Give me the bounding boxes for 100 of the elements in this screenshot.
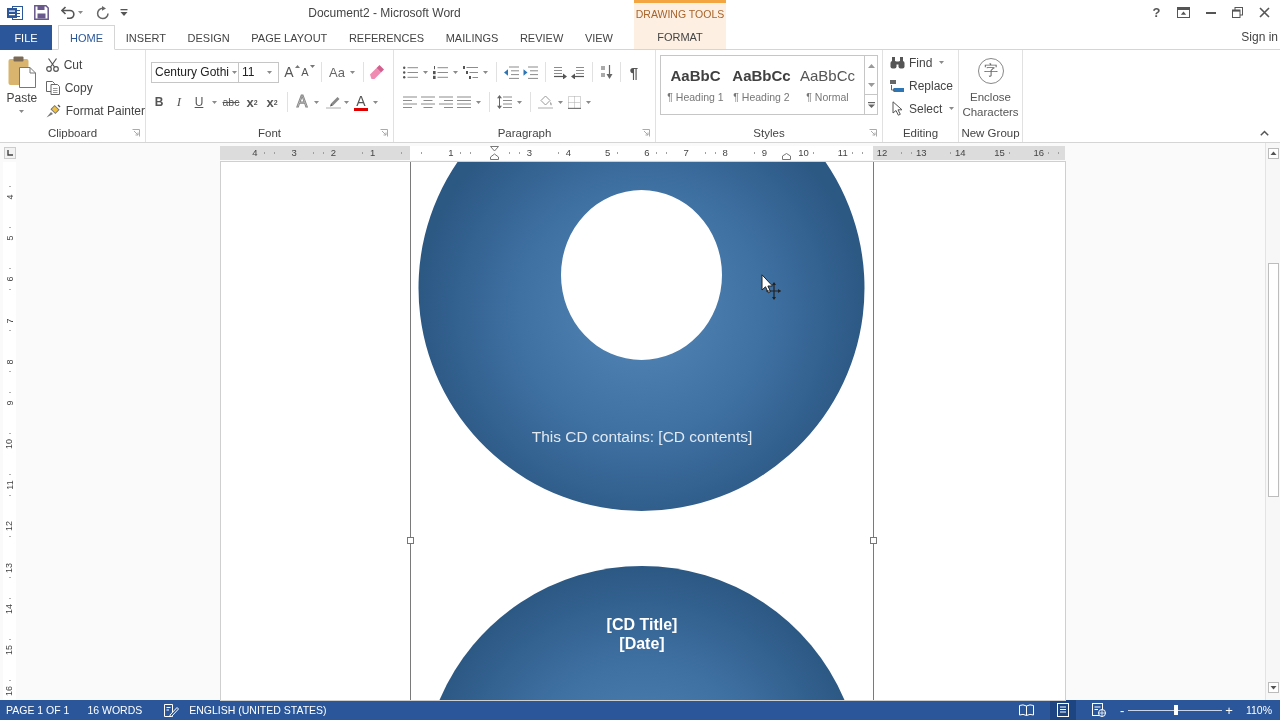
caret-icon[interactable]	[586, 100, 591, 104]
font-name-field[interactable]: Century Gothi	[151, 61, 239, 83]
sign-in-link[interactable]: Sign in	[1241, 30, 1278, 44]
shrink-font-button[interactable]: A	[300, 61, 316, 83]
tab-stop-icon[interactable]	[4, 146, 16, 159]
ruler-number: 13	[4, 562, 15, 573]
word-count[interactable]: 16 WORDS	[87, 704, 143, 716]
scroll-down-icon[interactable]	[1267, 682, 1279, 693]
replace-button[interactable]: Replace	[890, 74, 958, 97]
underline-button[interactable]: U	[189, 91, 209, 113]
caret-icon[interactable]	[373, 100, 378, 104]
right-to-left-icon[interactable]	[571, 65, 585, 79]
superscript-button[interactable]: x$^{2}$	[262, 91, 282, 113]
open-book-icon	[1019, 704, 1035, 716]
ribbon-tab[interactable]: VIEW	[574, 25, 624, 50]
eraser-icon[interactable]	[369, 65, 384, 79]
language-indicator[interactable]: ENGLISH (UNITED STATES)	[189, 704, 327, 716]
caret-icon[interactable]	[558, 100, 563, 104]
page-count[interactable]: PAGE 1 OF 1	[6, 704, 70, 716]
change-case-button[interactable]: Aa	[327, 61, 347, 83]
caret-icon[interactable]	[344, 100, 349, 104]
zoom-slider-thumb[interactable]	[1174, 705, 1179, 715]
dialog-launcher-icon[interactable]	[869, 129, 877, 137]
enclose-characters-button[interactable]: 字 Enclose Characters	[959, 58, 1022, 120]
copy-button[interactable]: Copy	[45, 76, 145, 99]
dialog-launcher-icon[interactable]	[380, 129, 388, 137]
numbered-list-icon[interactable]	[433, 65, 448, 79]
paste-button[interactable]: Paste	[4, 53, 40, 122]
font-color-button[interactable]: A	[354, 93, 368, 111]
borders-icon[interactable]	[568, 95, 581, 109]
highlighter-icon[interactable]	[326, 95, 341, 109]
indent-marker-icon[interactable]	[490, 145, 500, 160]
show-formatting-marks-button[interactable]: ¶	[626, 61, 642, 83]
restore-icon[interactable]	[1232, 7, 1243, 18]
ribbon-tab[interactable]: PAGE LAYOUT	[240, 25, 339, 50]
caret-icon[interactable]	[78, 11, 83, 14]
caret-icon[interactable]	[350, 70, 355, 74]
grow-font-button[interactable]: A	[284, 61, 300, 83]
format-painter-button[interactable]: Format Painter	[45, 99, 145, 122]
ribbon-tab[interactable]: DESIGN	[176, 25, 241, 50]
justify-icon[interactable]	[457, 96, 471, 108]
scrollbar-thumb[interactable]	[1267, 263, 1279, 497]
decrease-indent-icon[interactable]	[504, 65, 519, 79]
customize-toolbar-icon[interactable]	[120, 9, 128, 16]
strikethrough-button[interactable]: abc	[220, 91, 242, 113]
zoom-out-button[interactable]: -	[1120, 702, 1125, 718]
ribbon-display-options-icon[interactable]	[1177, 7, 1190, 18]
style-tile[interactable]: AaBbC ¶ Heading 1	[663, 57, 728, 113]
style-tile[interactable]: AaBbCc ¶ Normal	[795, 57, 860, 113]
caret-icon[interactable]	[453, 70, 458, 74]
ribbon-tab[interactable]: INSERT	[115, 25, 177, 50]
undo-icon[interactable]	[61, 6, 75, 19]
document-pen-icon[interactable]	[164, 703, 180, 717]
cd-title-text: [CD Title]	[606, 615, 678, 634]
align-left-icon[interactable]	[403, 96, 417, 108]
font-size-field[interactable]: 11	[238, 61, 279, 83]
ribbon-tab[interactable]: MAILINGS	[434, 25, 510, 50]
bullet-list-icon[interactable]	[403, 65, 418, 79]
cut-button[interactable]: Cut	[45, 53, 145, 76]
save-icon[interactable]	[34, 5, 49, 20]
ribbon-tab[interactable]: FILE	[0, 25, 52, 50]
close-icon[interactable]	[1259, 7, 1270, 18]
sort-icon[interactable]	[600, 65, 613, 79]
print-layout-button[interactable]	[1050, 700, 1076, 720]
copy-icon	[45, 80, 60, 95]
italic-button[interactable]: I	[169, 91, 189, 113]
ribbon-tab[interactable]: HOME	[58, 25, 115, 50]
caret-icon[interactable]	[483, 70, 488, 74]
dialog-launcher-icon[interactable]	[132, 129, 140, 137]
select-button[interactable]: Select	[890, 97, 958, 120]
help-button[interactable]: ?	[1152, 5, 1161, 20]
zoom-in-button[interactable]: +	[1225, 702, 1233, 718]
minimize-icon[interactable]	[1205, 11, 1216, 14]
line-spacing-icon[interactable]	[497, 95, 512, 109]
dialog-launcher-icon[interactable]	[642, 129, 650, 137]
align-center-icon[interactable]	[421, 96, 435, 108]
style-tile[interactable]: AaBbCc ¶ Heading 2	[729, 57, 794, 113]
zoom-level-button[interactable]: 110%	[1245, 704, 1272, 716]
find-button[interactable]: Find	[890, 51, 958, 74]
multilevel-list-icon[interactable]	[463, 65, 478, 79]
left-to-right-icon[interactable]	[553, 65, 567, 79]
right-indent-marker-icon[interactable]	[782, 152, 791, 160]
caret-icon[interactable]	[517, 100, 522, 104]
caret-icon[interactable]	[423, 70, 428, 74]
chevron-up-icon[interactable]	[1260, 130, 1269, 136]
align-right-icon[interactable]	[439, 96, 453, 108]
gallery-more-icon[interactable]	[867, 101, 875, 108]
resize-handle[interactable]	[870, 537, 877, 544]
caret-icon[interactable]	[212, 100, 217, 104]
bold-button[interactable]: B	[149, 91, 169, 113]
app-icon[interactable]	[7, 4, 23, 21]
caret-icon[interactable]	[314, 100, 319, 104]
scroll-up-icon[interactable]	[1267, 148, 1279, 159]
ribbon-tab[interactable]: REFERENCES	[338, 25, 435, 50]
caret-icon[interactable]	[476, 100, 481, 104]
resize-handle[interactable]	[407, 537, 414, 544]
redo-icon[interactable]	[96, 5, 110, 20]
ribbon-tab[interactable]: FORMAT	[646, 25, 714, 49]
ribbon-tab[interactable]: REVIEW	[509, 25, 575, 50]
increase-indent-icon[interactable]	[523, 65, 538, 79]
